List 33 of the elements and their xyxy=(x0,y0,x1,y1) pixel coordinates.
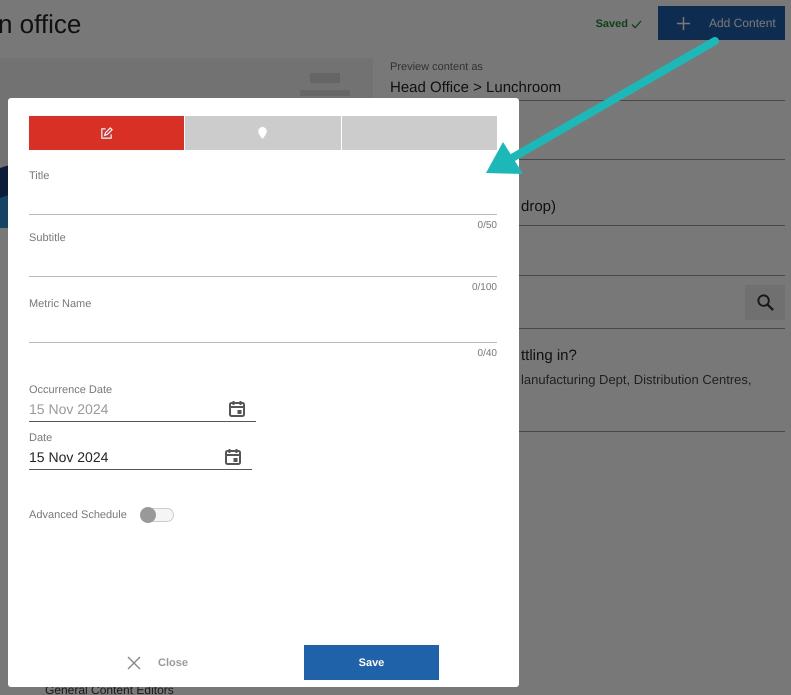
calendar-icon xyxy=(228,400,246,418)
field-label: Date xyxy=(29,432,54,444)
tab[interactable] xyxy=(29,116,184,150)
date-field[interactable]: 15 Nov 2024 xyxy=(29,444,252,470)
tab[interactable] xyxy=(342,116,497,150)
search-button[interactable] xyxy=(745,284,785,320)
character-counter: 0/50 xyxy=(478,220,497,231)
saved-status: Saved xyxy=(596,18,642,30)
check-icon xyxy=(631,20,642,28)
field-label: Subtitle xyxy=(29,232,67,244)
toggle-switch[interactable] xyxy=(140,508,174,522)
calendar-icon xyxy=(224,448,242,466)
field-label: Metric Name xyxy=(29,298,92,310)
preview-value: Head Office > Lunchroom xyxy=(390,79,562,96)
close-icon xyxy=(127,656,141,670)
location-pin-icon xyxy=(258,127,268,139)
edit-icon xyxy=(100,126,114,140)
add-content-button[interactable]: Add Content xyxy=(658,6,785,40)
character-counter: 0/100 xyxy=(472,282,497,293)
search-icon xyxy=(756,292,774,312)
field-value: drop) xyxy=(521,198,558,215)
character-counter: 0/40 xyxy=(478,348,497,359)
item-title: ttling in? xyxy=(521,347,578,364)
field-label: Occurrence Date xyxy=(29,384,114,396)
field-label: Title xyxy=(29,170,50,182)
save-button[interactable]: Save xyxy=(304,645,439,680)
page-title: n office xyxy=(0,8,82,40)
tab[interactable] xyxy=(185,116,341,150)
item-subtitle: lanufacturing Dept, Distribution Centres, xyxy=(521,372,753,387)
plus-icon xyxy=(676,16,691,30)
close-button[interactable]: Close xyxy=(127,656,188,670)
preview-label: Preview content as xyxy=(390,61,484,73)
toggle-label: Advanced Schedule xyxy=(29,509,127,521)
